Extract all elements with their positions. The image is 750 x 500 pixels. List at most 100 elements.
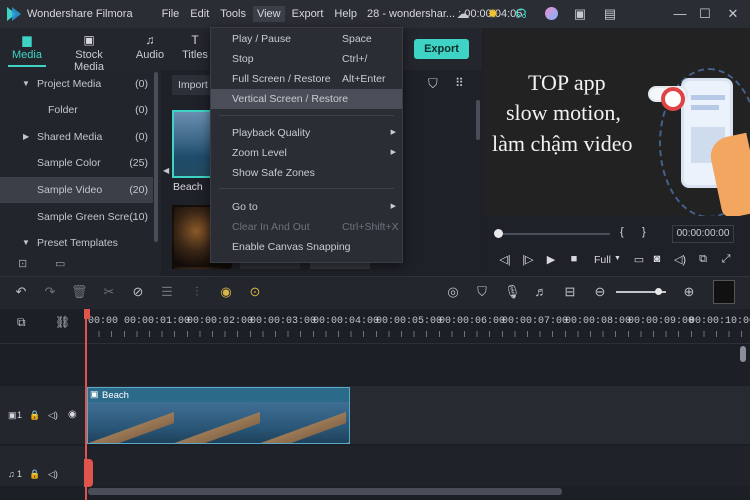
layout-icon[interactable]: ▤ [602, 6, 618, 22]
menu-view[interactable]: View [252, 6, 285, 22]
menu-item-vertical-screen[interactable]: Vertical Screen / Restore [211, 89, 402, 109]
undo-icon[interactable]: ↶ [13, 284, 29, 300]
sidebar-item-label: Sample Green Scre... [37, 211, 138, 223]
menu-item-clear-in-out[interactable]: Clear In And Out Ctrl+Shift+X [211, 217, 402, 237]
timeline-clip-beach[interactable]: ▣ Beach [87, 387, 350, 444]
fullscreen-icon[interactable]: ⧉ [695, 253, 711, 266]
tab-media[interactable]: ▆ Media [8, 28, 46, 70]
audio-track-icon: ♫ [8, 469, 15, 479]
sidebar-item-preset-templates[interactable]: ▼ Preset Templates [0, 230, 153, 256]
expand-icon[interactable]: ⤢ [718, 253, 734, 266]
cloud-icon[interactable]: ☁ [455, 6, 471, 22]
stop-icon[interactable]: ■ [566, 253, 582, 265]
menu-file[interactable]: File [162, 8, 180, 20]
tick-label: 00:00:05:00 [376, 316, 443, 327]
browser-scrollbar[interactable] [476, 100, 480, 140]
tick-label: 00:00:06:00 [439, 316, 506, 327]
volume-icon[interactable]: ◁) [672, 253, 688, 266]
audio-marker[interactable] [84, 459, 93, 487]
sidebar-item-shared-media[interactable]: ▶ Shared Media (0) [0, 124, 153, 150]
sidebar-item-folder[interactable]: Folder (0) [0, 97, 153, 123]
menu-item-go-to[interactable]: Go to ▶ [211, 197, 402, 217]
headset-icon[interactable]: ☊ [513, 6, 529, 22]
audio-mix-icon[interactable]: ♬ [533, 284, 549, 300]
speed-icon[interactable]: ◉ [218, 284, 234, 300]
render-icon[interactable]: ⊙ [247, 284, 263, 300]
grid-view-icon[interactable]: ⠿ [455, 76, 464, 90]
menu-edit[interactable]: Edit [190, 8, 209, 20]
menu-item-zoom-level[interactable]: Zoom Level ▶ [211, 143, 402, 163]
volume-icon[interactable]: ◁) [48, 469, 58, 480]
menu-tools[interactable]: Tools [220, 8, 246, 20]
menu-item-stop[interactable]: Stop Ctrl+/ [211, 49, 402, 69]
save-icon[interactable]: ▣ [572, 6, 588, 22]
adjust-icon[interactable]: ☰ [159, 284, 175, 300]
in-out-markers[interactable]: { } [620, 226, 646, 238]
sidebar-item-project-media[interactable]: ▼ Project Media (0) [0, 71, 153, 97]
sidebar-item-sample-video[interactable]: Sample Video (20) [0, 177, 153, 203]
tick-label: 00:00:01:00 [124, 316, 191, 327]
tab-audio[interactable]: ♫ Audio [134, 28, 166, 70]
menu-separator [219, 115, 394, 116]
sidebar-item-label: Folder [48, 104, 78, 116]
lock-icon[interactable]: 🔒 [29, 469, 40, 480]
menu-item-label: Playback Quality [232, 127, 311, 139]
menu-item-show-safe-zones[interactable]: Show Safe Zones [211, 163, 402, 183]
delete-icon[interactable]: 🗑 [71, 284, 88, 300]
filter-icon[interactable]: ⛉ [428, 76, 438, 92]
audio-wave-icon[interactable]: ⫶ [189, 284, 205, 300]
import-button[interactable]: Import [172, 75, 212, 95]
zoom-out-icon[interactable]: ⊖ [592, 284, 608, 300]
maximize-icon[interactable]: ☐ [697, 6, 713, 22]
add-track-icon[interactable]: ⧉ [17, 315, 26, 330]
sidebar-item-sample-green-screen[interactable]: Sample Green Scre... (10) [0, 204, 153, 230]
cut-icon[interactable]: ✂ [101, 284, 117, 300]
open-folder-icon[interactable]: ▭ [55, 257, 65, 270]
close-icon[interactable]: ✕ [725, 6, 741, 22]
quality-select[interactable]: Full [594, 254, 611, 266]
sidebar-scrollbar[interactable] [154, 72, 158, 242]
playhead-handle[interactable] [84, 309, 90, 319]
minimize-icon[interactable]: — [672, 6, 688, 22]
microphone-icon[interactable]: 🎙 [504, 284, 521, 300]
volume-icon[interactable]: ◁) [48, 410, 58, 421]
preview-title-line-1: TOP app [528, 70, 606, 95]
eye-icon[interactable]: ◉ [68, 409, 77, 420]
menu-item-playback-quality[interactable]: Playback Quality ▶ [211, 123, 402, 143]
menu-help[interactable]: Help [334, 8, 357, 20]
play-frame-icon[interactable]: |▷ [520, 253, 536, 266]
chevron-right-icon: ▶ [390, 129, 396, 136]
menu-item-play-pause[interactable]: Play / Pause Space [211, 29, 402, 49]
progress-handle[interactable] [494, 229, 503, 238]
new-folder-icon[interactable]: ⊡ [18, 257, 27, 270]
menu-item-full-screen[interactable]: Full Screen / Restore Alt+Enter [211, 69, 402, 89]
play-icon[interactable]: ▶ [543, 253, 559, 266]
tick-label: 00:00:09:00 [628, 316, 695, 327]
monitor-icon[interactable]: ▭ [631, 253, 647, 266]
menu-item-label: Show Safe Zones [232, 167, 315, 179]
tab-stock-media[interactable]: ▣ Stock Media [60, 28, 118, 73]
menu-item-canvas-snapping[interactable]: Enable Canvas Snapping [211, 237, 402, 257]
link-icon[interactable]: ⛓ [55, 315, 70, 329]
redo-icon[interactable]: ↷ [42, 284, 58, 300]
menu-export[interactable]: Export [292, 8, 324, 20]
progress-track[interactable] [496, 233, 610, 235]
detach-icon[interactable]: ⊘ [130, 284, 146, 300]
zoom-in-icon[interactable]: ⊕ [681, 284, 697, 300]
zoom-slider-handle[interactable] [655, 288, 662, 295]
marker-icon[interactable]: ⛉ [474, 284, 490, 300]
bulb-icon[interactable]: ✹ [485, 6, 501, 22]
timeline-vertical-scrollbar[interactable] [740, 346, 746, 362]
snap-icon[interactable]: ⊟ [562, 284, 578, 300]
sidebar-item-sample-color[interactable]: Sample Color (25) [0, 150, 153, 176]
export-button[interactable]: Export [414, 39, 469, 59]
lock-icon[interactable]: 🔒 [29, 410, 40, 421]
layout-toggle-icon[interactable] [713, 280, 735, 304]
tab-titles[interactable]: T Titles [181, 28, 209, 70]
snapshot-icon[interactable]: ◙ [649, 253, 665, 265]
prev-frame-icon[interactable]: ◁| [497, 253, 513, 266]
timeline-horizontal-scrollbar[interactable] [88, 488, 562, 495]
collapse-arrow-icon[interactable]: ◀ [163, 166, 169, 175]
avatar-icon[interactable] [543, 6, 559, 22]
render-preview-icon[interactable]: ◎ [445, 284, 461, 300]
